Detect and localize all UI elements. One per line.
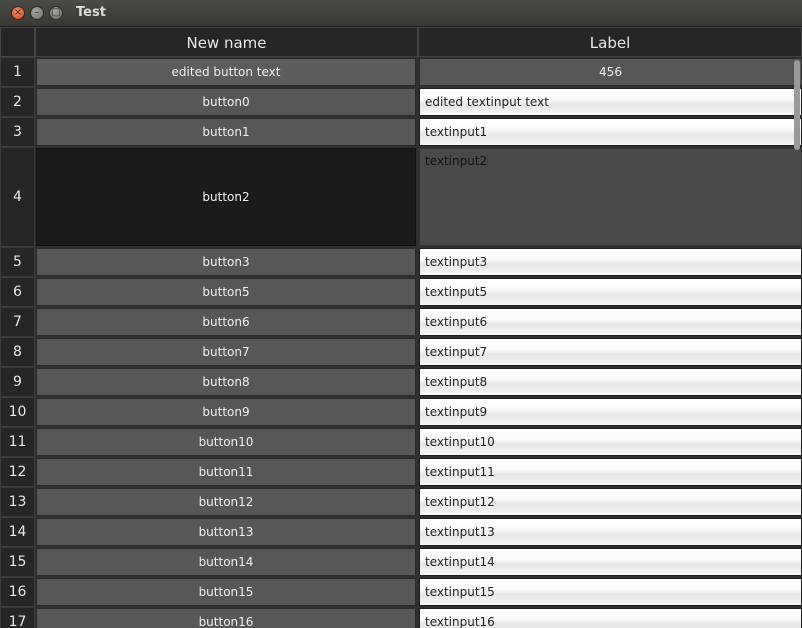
row-number: 4 [0,147,35,247]
row-number: 17 [0,607,35,628]
row-number: 8 [0,337,35,367]
label-text-input[interactable]: textinput8 [419,368,802,396]
label-text-input-focused[interactable]: textinput2 [419,148,802,246]
label-cell: 456 [419,58,802,86]
name-button[interactable]: button15 [36,578,416,606]
corner-header [0,27,35,57]
name-button[interactable]: button7 [36,338,416,366]
input-text: textinput2 [425,154,488,168]
maximize-icon[interactable]: □ [49,6,63,20]
label-text-input[interactable]: textinput15 [419,578,802,606]
name-button[interactable]: button10 [36,428,416,456]
row-number: 16 [0,577,35,607]
window-title: Test [76,5,106,20]
minimize-icon[interactable]: – [30,6,44,20]
row-number: 15 [0,547,35,577]
label-text-input[interactable]: textinput6 [419,308,802,336]
name-button[interactable]: button14 [36,548,416,576]
name-button[interactable]: button13 [36,518,416,546]
row-number: 9 [0,367,35,397]
row-number: 14 [0,517,35,547]
name-button[interactable]: button9 [36,398,416,426]
label-text-input[interactable]: textinput7 [419,338,802,366]
label-text-input[interactable]: edited textinput text [419,88,802,116]
row-number: 5 [0,247,35,277]
label-text-input[interactable]: textinput10 [419,428,802,456]
name-button[interactable]: button1 [36,118,416,146]
column-header-label[interactable]: Label [418,27,802,57]
row-number: 3 [0,117,35,147]
name-button[interactable]: edited button text [36,58,416,86]
row-number: 2 [0,87,35,117]
label-text-input[interactable]: textinput9 [419,398,802,426]
label-text-input[interactable]: textinput5 [419,278,802,306]
name-button[interactable]: button3 [36,248,416,276]
label-text-input[interactable]: textinput11 [419,458,802,486]
name-button[interactable]: button6 [36,308,416,336]
name-button[interactable]: button2 [36,148,416,246]
label-text-input[interactable]: textinput12 [419,488,802,516]
label-text-input[interactable]: textinput3 [419,248,802,276]
name-button[interactable]: button16 [36,608,416,628]
row-number: 1 [0,57,35,87]
row-number: 7 [0,307,35,337]
name-button[interactable]: button0 [36,88,416,116]
row-number: 11 [0,427,35,457]
text-caret [487,154,489,167]
name-button[interactable]: button5 [36,278,416,306]
label-text-input[interactable]: textinput13 [419,518,802,546]
label-text-input[interactable]: textinput1 [419,118,802,146]
table: New name Label 1 edited button text 456 … [0,27,802,628]
label-text-input[interactable]: textinput16 [419,608,802,628]
row-number: 6 [0,277,35,307]
column-header-new-name[interactable]: New name [35,27,418,57]
row-number: 13 [0,487,35,517]
row-number: 10 [0,397,35,427]
label-text-input[interactable]: textinput14 [419,548,802,576]
name-button[interactable]: button11 [36,458,416,486]
close-icon[interactable]: × [11,6,25,20]
name-button[interactable]: button8 [36,368,416,396]
row-number: 12 [0,457,35,487]
title-bar: × – □ Test [0,0,802,27]
name-button[interactable]: button12 [36,488,416,516]
vertical-scrollbar[interactable] [794,60,800,150]
